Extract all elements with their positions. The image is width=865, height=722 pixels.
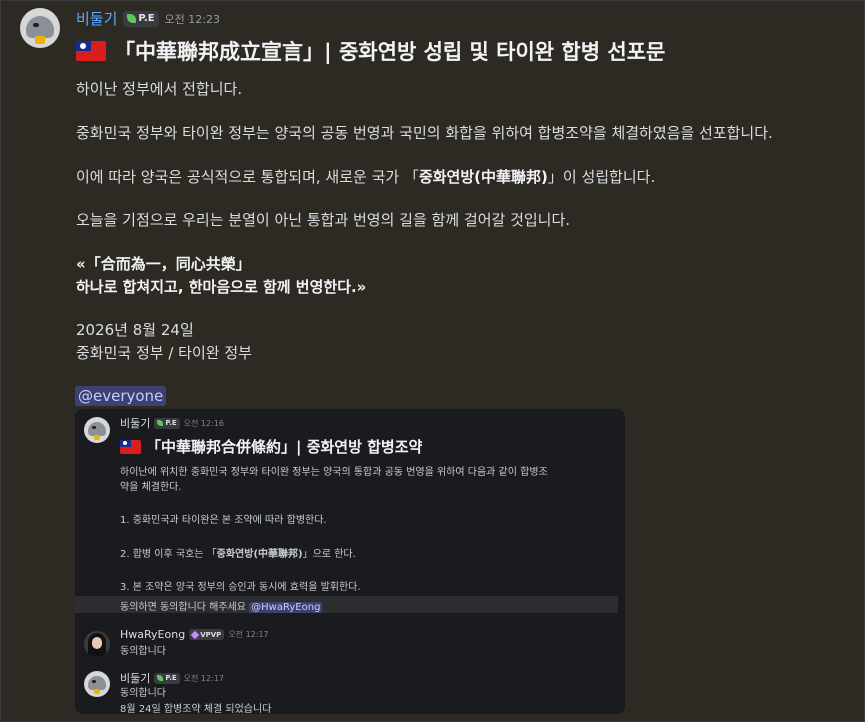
embed-reply2-text2: 8월 24일 합병조약 체결 되었습니다 [120,704,272,714]
paragraph-intro: 하이난 정부에서 전합니다. [76,80,243,98]
embed-user-mention: @HwaRyEong [249,602,323,613]
union-text-after: 」이 성립합니다. [547,168,656,186]
embed-header: 비둘기 P.E 오전 12:16 [120,415,224,431]
motto-line: «「合而為一，同心共榮」 [76,255,251,273]
paragraph-treaty: 중화민국 정부와 타이완 정부는 양국의 공동 번영과 국민의 화합을 위하여 … [76,124,773,142]
message-header: 비둘기 P.E 오전 12:23 [76,8,220,29]
embed-author-name: 비둘기 [120,417,151,430]
embed-reply2-avatar [84,671,110,697]
author-name[interactable]: 비둘기 [76,8,117,29]
embed-reply1-time: 오전 12:17 [228,630,269,639]
embed-timestamp: 오전 12:16 [183,418,224,428]
declaration-signers: 중화민국 정부 / 타이완 정부 [76,344,252,362]
paragraph-union: 이에 따라 양국은 공식적으로 통합되며, 새로운 국가 「중화연방(中華聯邦)… [76,166,655,187]
everyone-mention[interactable]: @everyone [75,386,167,406]
motto-translation: 하나로 합쳐지고, 한마음으로 함께 번영한다.» [76,278,367,296]
embed-title-row: 「中華聯邦合併條約」| 중화연방 합병조약 [120,436,422,457]
declaration-date: 2026년 8월 24일 [76,321,194,339]
taiwan-flag-icon [120,439,141,454]
embed-preamble-line2: 약을 체결한다. [120,482,182,493]
embed-reply2-text1: 동의합니다 [120,688,166,699]
announcement-title: 「中華聯邦成立宣言」| 중화연방 성립 및 타이완 합병 선포문 [114,40,666,64]
message-timestamp: 오전 12:23 [164,12,220,26]
embed-author-avatar [84,417,110,443]
announcement-heading: 「中華聯邦成立宣言」| 중화연방 성립 및 타이완 합병 선포문 [76,36,665,66]
embed-reply2-badge: P.E [154,672,180,684]
embed-agree-request: 동의하면 동의합니다 해주세요 @HwaRyEong [120,602,323,613]
embedded-screenshot: 비둘기 P.E 오전 12:16 「中華聯邦合併條約」| 중화연방 합병조약 하… [75,409,625,714]
union-text-before: 이에 따라 양국은 공식적으로 통합되며, 새로운 국가 「 [76,168,419,186]
taiwan-flag-icon [76,41,106,61]
treaty-article-2: 2. 합병 이후 국호는 「중화연방(中華聯邦)」으로 한다. [120,549,356,560]
role-badge[interactable]: P.E [123,10,159,27]
embed-federation-name: 중화연방(中華聯邦) [216,549,303,560]
embed-reply1-text: 동의합니다 [120,646,166,657]
federation-name: 중화연방(中華聯邦) [418,168,548,186]
embed-role-badge: P.E [154,417,180,429]
avatar-beak [35,36,45,44]
role-badge-label: P.E [138,13,155,24]
paragraph-future: 오늘을 기점으로 우리는 분열이 아닌 통합과 번영의 길을 함께 걸어갈 것입… [76,211,571,229]
embed-reply1-badge: VPVP [189,629,225,640]
leaf-icon [127,14,137,23]
embed-reply1-header: HwaRyEong VPVP 오전 12:17 [120,628,269,641]
pigeon-icon [26,16,54,38]
embed-title: 「中華聯邦合併條約」| 중화연방 합병조약 [146,438,423,456]
diamond-icon [190,630,200,639]
pigeon-icon [88,676,106,690]
avatar-eye [33,23,39,27]
leaf-icon [157,675,164,681]
pigeon-icon [88,422,106,436]
embed-preamble-line1: 하이난에 위치한 중화민국 정부와 타이완 정부는 양국의 통합과 공동 번영을… [120,467,548,478]
embed-reply2-time: 오전 12:17 [183,673,224,683]
treaty-article-3: 3. 본 조약은 양국 정부의 승인과 동시에 효력을 발휘한다. [120,582,361,593]
author-avatar[interactable] [20,8,60,48]
embed-reply1-avatar [84,631,110,657]
embed-reply1-author: HwaRyEong [120,628,186,641]
leaf-icon [157,420,164,426]
treaty-article-1: 1. 중화민국과 타이완은 본 조약에 따라 합병한다. [120,515,327,526]
